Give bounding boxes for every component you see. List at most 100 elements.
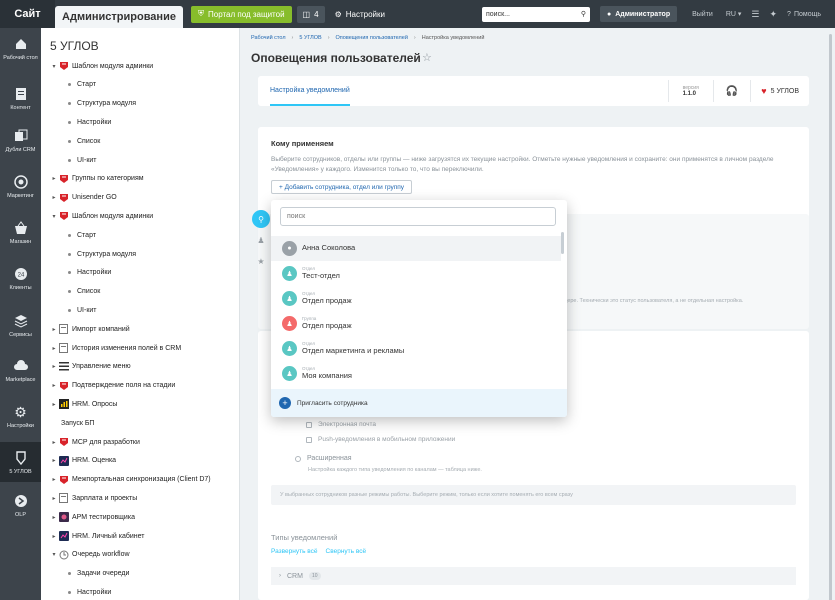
tree-item[interactable]: ▾ Шаблон модуля админки <box>41 207 239 225</box>
employees-tab-icon[interactable]: ♟ <box>252 231 270 249</box>
settings-link[interactable]: ⚙ Настройки <box>335 10 385 19</box>
tree-subitem[interactable]: Настройки <box>41 583 239 600</box>
chevron-right-icon[interactable]: ▸ <box>50 476 58 483</box>
collapse-all-link[interactable]: Свернуть всё <box>326 548 367 555</box>
popup-search-input[interactable] <box>280 207 556 226</box>
tree-item[interactable]: ▸ Группы по категориям <box>41 170 239 188</box>
invite-employee-button[interactable]: + Пригласить сотрудника <box>271 389 567 417</box>
chevron-down-icon[interactable]: ▾ <box>50 63 58 70</box>
tree-subitem[interactable]: Список <box>41 132 239 150</box>
add-employee-button[interactable]: + Добавить сотрудника, отдел или группу <box>271 180 413 194</box>
crm-section-row[interactable]: › CRM 10 <box>271 567 796 585</box>
tree-item[interactable]: ▸ Подтверждение поля на стадии <box>41 377 239 395</box>
brand-link[interactable]: ♥ 5 УГЛОВ <box>750 80 809 102</box>
tree-subitem[interactable]: UI-кит <box>41 301 239 319</box>
tree-subitem[interactable]: Настройки <box>41 113 239 131</box>
chevron-right-icon[interactable]: ▸ <box>50 194 58 201</box>
menu-icon[interactable]: ☰ <box>751 9 759 20</box>
chevron-right-icon[interactable]: ▸ <box>50 533 58 540</box>
leftbar-item-marketplace[interactable]: Marketplace <box>0 358 41 384</box>
tree-item[interactable]: ▾ Шаблон модуля админки <box>41 57 239 75</box>
popup-item-dept[interactable]: ♟ Отдел Отдел маркетинга и рекламы <box>271 336 561 361</box>
tree-item[interactable]: ▾ Очередь workflow <box>41 546 239 564</box>
tree-subitem[interactable]: Задачи очереди <box>41 565 239 583</box>
help-link[interactable]: ? Помощь <box>787 11 821 18</box>
tree-item[interactable]: ▸ История изменения полей в CRM <box>41 339 239 357</box>
top-search-input[interactable]: поиск... ⚲ <box>481 6 590 22</box>
chevron-right-icon[interactable]: ▸ <box>50 382 58 389</box>
popup-item-dept[interactable]: ♟ Отдел Отдел продаж <box>271 286 561 311</box>
admin-tab[interactable]: Администрирование <box>55 6 183 28</box>
scrollbar-thumb[interactable] <box>829 34 832 600</box>
leftbar-item-olp[interactable]: OLP <box>0 493 41 519</box>
breadcrumb-item[interactable]: Рабочий стол <box>251 35 286 41</box>
chevron-down-icon[interactable]: ▾ <box>50 213 58 220</box>
site-tab[interactable]: Сайт <box>0 0 55 28</box>
tree-item[interactable]: ▸ Управление меню <box>41 358 239 376</box>
leftbar-item-content[interactable]: Контент <box>0 86 41 112</box>
leftbar-item-services[interactable]: Сервисы <box>0 313 41 339</box>
tree-subitem[interactable]: Список <box>41 283 239 301</box>
tree-subitem[interactable]: Настройки <box>41 264 239 282</box>
breadcrumb-item[interactable]: Оповещения пользователей <box>336 35 408 41</box>
tree-item[interactable]: ▸ Межпортальная синхронизация (Client D7) <box>41 471 239 489</box>
push-channel-checkbox[interactable]: Push-уведомления в мобильном приложении <box>306 436 455 443</box>
tree-item[interactable]: ▸ HRM. Личный кабинет <box>41 527 239 545</box>
popup-item-group[interactable]: ♟ Группа Отдел продаж <box>271 311 561 336</box>
extended-mode-radio[interactable]: Расширенная <box>295 455 352 462</box>
breadcrumb-item[interactable]: 5 УГЛОВ <box>299 35 321 41</box>
structure-tab-icon[interactable]: ★ <box>252 252 270 270</box>
search-icon[interactable]: ⚲ <box>252 210 270 228</box>
chevron-right-icon[interactable]: ▸ <box>50 457 58 464</box>
chevron-right-icon[interactable]: ▸ <box>50 401 58 408</box>
portal-protected-button[interactable]: ⛨ Портал под защитой <box>191 5 292 23</box>
leftbar-item-shop[interactable]: Магазин <box>0 220 41 246</box>
chevron-right-icon[interactable]: ▸ <box>50 514 58 521</box>
tab-notification-settings[interactable]: Настройка уведомлений <box>270 76 350 106</box>
tree-item[interactable]: Запуск БП <box>41 414 239 432</box>
email-channel-checkbox[interactable]: Электронная почта <box>306 421 376 428</box>
tree-item[interactable]: ▸ HRM. Оценка <box>41 452 239 470</box>
leftbar-item-5-corners[interactable]: 5 УГЛОВ <box>0 442 41 482</box>
chevron-right-icon[interactable]: ▸ <box>50 495 58 502</box>
updates-button[interactable]: ◫ 4 <box>296 5 325 23</box>
popup-item-user[interactable]: ● Анна Соколова <box>271 236 561 261</box>
leftbar-item-crm-duplicates[interactable]: Дубли CRM <box>0 128 41 154</box>
tree-item[interactable]: ▸ Unisender GO <box>41 189 239 207</box>
headphones-icon[interactable]: 🎧 <box>712 80 750 102</box>
chevron-down-icon[interactable]: ▾ <box>50 551 58 558</box>
expand-all-link[interactable]: Развернуть всё <box>271 548 318 555</box>
tree-subitem[interactable]: Старт <box>41 226 239 244</box>
logout-link[interactable]: Выйти <box>692 11 713 18</box>
module-icon <box>13 450 29 466</box>
user-button[interactable]: ● Администратор <box>599 6 678 22</box>
notification-types-card: Типы уведомлений Развернуть всё Свернуть… <box>258 524 809 600</box>
popup-item-dept[interactable]: ♟ Отдел Тест-отдел <box>271 261 561 286</box>
leftbar-item-desktop[interactable]: Рабочий стол <box>0 36 41 62</box>
leftbar-item-settings[interactable]: ⚙ Настройки <box>0 404 41 430</box>
pin-icon[interactable]: ✦ <box>770 9 778 20</box>
chevron-right-icon[interactable]: ▸ <box>50 345 58 352</box>
chevron-right-icon[interactable]: ▸ <box>50 439 58 446</box>
favorite-star-icon[interactable]: ☆ <box>422 51 432 64</box>
search-icon[interactable]: ⚲ <box>581 10 586 18</box>
tree-item[interactable]: ▸ АРМ тестировщика <box>41 508 239 526</box>
tree-subitem[interactable]: Структура модуля <box>41 245 239 263</box>
chevron-right-icon[interactable]: ▸ <box>50 175 58 182</box>
language-select[interactable]: RU ▾ <box>726 10 742 18</box>
tree-subitem[interactable]: Старт <box>41 76 239 94</box>
leftbar-item-marketing[interactable]: Маркетинг <box>0 174 41 200</box>
leftbar-item-clients[interactable]: 24 Клиенты <box>0 266 41 292</box>
tree-item[interactable]: ▸ HRM. Опросы <box>41 395 239 413</box>
popup-item-dept[interactable]: ♟ Отдел Моя компания <box>271 361 561 386</box>
tree-subitem[interactable]: Структура модуля <box>41 95 239 113</box>
chevron-right-icon[interactable]: ▸ <box>50 363 58 370</box>
tree-item[interactable]: ▸ MCP для разработки <box>41 433 239 451</box>
tree-subitem[interactable]: UI-кит <box>41 151 239 169</box>
gear-icon: ⚙ <box>334 9 342 19</box>
tree-item[interactable]: ▸ Импорт компаний <box>41 320 239 338</box>
tree-item[interactable]: ▸ Зарплата и проекты <box>41 489 239 507</box>
chevron-right-icon[interactable]: ▸ <box>50 326 58 333</box>
popup-scrollbar[interactable] <box>561 232 564 254</box>
page-scrollbar[interactable] <box>826 28 835 600</box>
